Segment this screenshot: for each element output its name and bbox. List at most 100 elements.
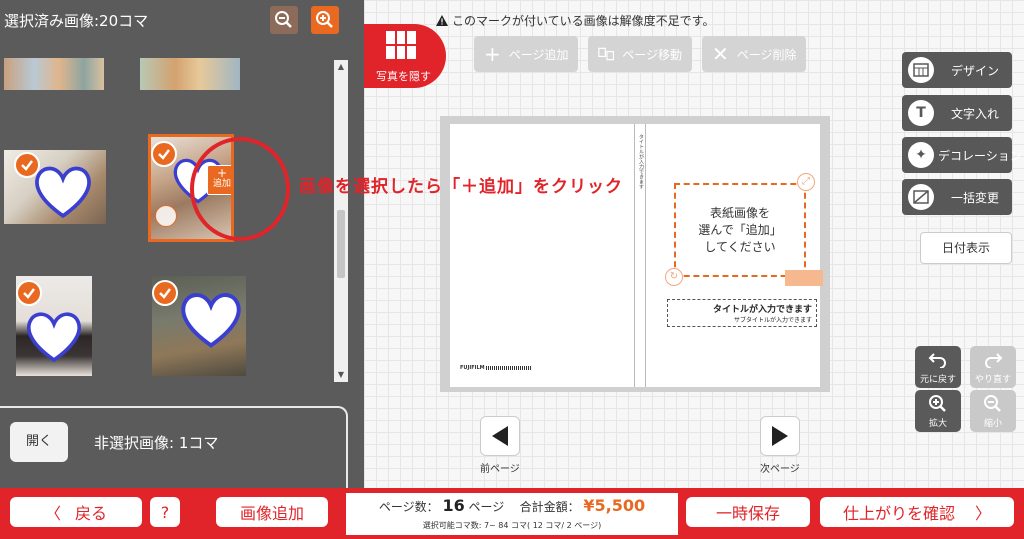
selected-check-icon (151, 141, 177, 167)
heart-stamp-icon (181, 293, 241, 348)
back-cover-page[interactable]: FUJIFILM (450, 124, 634, 387)
album-spread: FUJIFILM タイトルが入力できます 表紙画像を 選んで「追加」 してくださ… (440, 116, 830, 392)
undo-icon (928, 353, 946, 368)
scroll-up-icon[interactable]: ▲ (334, 60, 348, 74)
move-page-icon (598, 47, 615, 61)
chevron-left-icon: 〈 (44, 504, 61, 523)
add-page-label: ページ追加 (508, 47, 569, 62)
panel-header: 選択済み画像:20コマ (0, 0, 364, 40)
photo-thumbnail[interactable] (16, 276, 92, 376)
zoom-in-icon (929, 395, 946, 412)
total-label: 合計金額： (519, 500, 580, 514)
selected-check-icon (152, 280, 178, 306)
prev-page-button[interactable] (480, 416, 520, 456)
zoom-in-label: 拡大 (928, 419, 947, 429)
page-count-value: 16 (442, 496, 465, 515)
scroll-down-icon[interactable]: ▼ (334, 368, 348, 382)
annotation-circle (190, 137, 290, 241)
page-unit: ページ (468, 500, 505, 514)
move-page-button[interactable]: ページ移動 (588, 36, 692, 72)
subtitle-placeholder: サブタイトルが入力できます (733, 317, 812, 324)
annotation-text: 画像を選択したら「＋追加」をクリック (299, 177, 623, 197)
redo-icon (985, 353, 1003, 368)
confirm-label: 仕上がりを確認 (842, 504, 955, 523)
heart-stamp-icon (35, 166, 91, 219)
arrow-left-icon (492, 426, 508, 446)
photo-thumbnail[interactable] (4, 58, 104, 90)
back-label: 戻る (75, 504, 108, 523)
brand-logo: FUJIFILM (460, 365, 485, 371)
page-count-label: ページ数： (378, 500, 439, 514)
plus-icon: + (484, 42, 501, 66)
prev-page-label: 前ページ (480, 464, 520, 475)
zoom-out-button[interactable]: 縮小 (970, 390, 1016, 432)
selected-count-title: 選択済み画像:20コマ (4, 12, 149, 30)
text-input-label: 文字入れ (950, 106, 999, 121)
hide-photos-label: 写真を隠す (376, 70, 431, 83)
text-input-button[interactable]: T 文字入れ (902, 95, 1012, 131)
zoom-in-button[interactable]: 拡大 (915, 390, 961, 432)
title-placeholder: タイトルが入力できます (712, 305, 812, 315)
thumbnail-grid: + 追加 (0, 58, 334, 388)
text-icon: T (908, 100, 934, 126)
summary-main: ページ数： 16 ページ 合計金額： ¥5,500 (346, 496, 678, 515)
help-button[interactable]: ? (150, 497, 180, 527)
thumb-zoom-in-button[interactable] (311, 6, 339, 34)
frame-rotate-handle[interactable]: ↻ (665, 268, 683, 286)
notice-text: このマークが付いている画像は解像度不足です。 (452, 14, 715, 28)
bulk-change-button[interactable]: 一括変更 (902, 179, 1012, 215)
redo-label: やり直す (974, 375, 1011, 385)
date-display-button[interactable]: 日付表示 (920, 232, 1012, 264)
photo-thumbnail[interactable] (140, 58, 240, 90)
next-page-button[interactable] (760, 416, 800, 456)
title-text-box[interactable]: タイトルが入力できます サブタイトルが入力できます (667, 299, 817, 327)
bulk-change-icon (908, 184, 934, 210)
move-page-label: ページ移動 (622, 47, 682, 62)
thumb-zoom-out-button[interactable] (270, 6, 298, 34)
thumbnail-scrollbar[interactable]: ▲ ▼ (334, 60, 348, 382)
zoom-in-icon (316, 11, 333, 28)
heart-stamp-icon (27, 312, 81, 363)
photo-image (140, 58, 240, 90)
delete-page-label: ページ削除 (736, 47, 797, 62)
barcode (486, 366, 532, 370)
unselected-count-label: 非選択画像: 1コマ (94, 434, 219, 452)
cover-placeholder-text: 表紙画像を 選んで「追加」 してください (698, 206, 782, 254)
undo-button[interactable]: 元に戻す (915, 346, 961, 388)
front-cover-page[interactable]: 表紙画像を 選んで「追加」 してください ⤢ ↻ タイトルが入力できます サブタ… (646, 124, 823, 387)
photo-image (4, 58, 104, 90)
design-label: デザイン (950, 63, 999, 78)
add-images-button[interactable]: 画像追加 (216, 497, 328, 527)
bulk-change-label: 一括変更 (950, 190, 999, 205)
photo-thumbnail[interactable] (4, 150, 106, 224)
selected-check-icon (14, 152, 40, 178)
open-unselected-button[interactable]: 開く (10, 422, 68, 462)
spine-title: タイトルが入力できます (638, 134, 644, 189)
decoration-label: デコレーション (938, 148, 1022, 163)
selected-images-panel: 選択済み画像:20コマ + 追加 ▲ ▼ 開く 非選択画像: 1コマ (0, 0, 364, 488)
scroll-thumb[interactable] (337, 210, 345, 278)
cover-image-frame[interactable]: 表紙画像を 選んで「追加」 してください (674, 183, 806, 277)
order-summary: ページ数： 16 ページ 合計金額： ¥5,500 選択可能コマ数: 7~ 84… (346, 493, 678, 535)
save-draft-button[interactable]: 一時保存 (686, 497, 810, 527)
redo-button[interactable]: やり直す (970, 346, 1016, 388)
book-spine[interactable]: タイトルが入力できます (634, 124, 646, 387)
selected-check-icon (16, 280, 42, 306)
selectable-info: 選択可能コマ数: 7~ 84 コマ( 12 コマ/ 2 ページ) (422, 521, 602, 530)
confirm-finish-button[interactable]: 仕上がりを確認 〉 (820, 497, 1014, 527)
hide-photos-button[interactable]: 写真を隠す (364, 24, 446, 88)
rotate-icon[interactable] (155, 205, 177, 227)
back-button[interactable]: 〈 戻る (10, 497, 142, 527)
sparkle-icon: ✦ (908, 142, 934, 168)
add-page-button[interactable]: + ページ追加 (474, 36, 578, 72)
unselected-images-drawer: 開く 非選択画像: 1コマ (0, 406, 348, 488)
delete-page-button[interactable]: ✕ ページ削除 (702, 36, 806, 72)
frame-tag (785, 270, 823, 286)
frame-resize-handle[interactable]: ⤢ (797, 173, 815, 191)
zoom-out-icon (275, 11, 292, 28)
design-button[interactable]: デザイン (902, 52, 1012, 88)
resolution-notice: このマークが付いている画像は解像度不足です。 (436, 12, 714, 29)
photo-thumbnail[interactable] (152, 276, 246, 376)
warning-icon (436, 15, 448, 26)
decoration-button[interactable]: ✦ デコレーション (902, 137, 1022, 173)
